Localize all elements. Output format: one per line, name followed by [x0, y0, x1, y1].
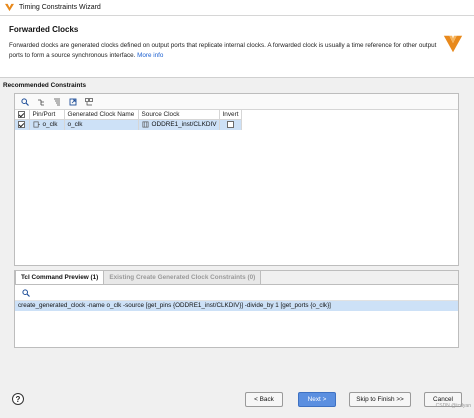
recommended-constraints-panel: Pin/Port Generated Clock Name Source Clo… — [14, 93, 459, 266]
column-invert[interactable]: Invert — [219, 110, 242, 120]
select-all-checkbox[interactable] — [18, 110, 25, 118]
source-clock-value: ODDRE1_inst/CLKDIV — [151, 121, 217, 129]
column-pin-port[interactable]: Pin/Port — [29, 110, 65, 120]
window-title: Timing Constraints Wizard — [19, 4, 101, 11]
row-select-cell[interactable] — [15, 119, 30, 130]
expand-icon[interactable] — [51, 96, 63, 108]
search-icon[interactable] — [19, 96, 31, 108]
export-icon[interactable] — [67, 96, 79, 108]
table-row[interactable]: o_clk o_clk ODDRE1_inst/CLKDIV — [15, 119, 242, 130]
row-checkbox[interactable] — [18, 121, 25, 129]
select-all-column[interactable] — [15, 110, 30, 120]
wizard-footer: ? < Back Next > Skip to Finish >> Cancel — [0, 385, 474, 418]
pin-port-value: o_clk — [42, 121, 58, 129]
tab-tcl-command-preview[interactable]: Tcl Command Preview (1) — [15, 271, 105, 284]
invert-cell[interactable] — [219, 119, 242, 130]
group-icon[interactable] — [83, 96, 95, 108]
column-source-clock[interactable]: Source Clock — [138, 110, 220, 120]
skip-to-finish-button[interactable]: Skip to Finish >> — [349, 392, 411, 407]
table-header-row: Pin/Port Generated Clock Name Source Clo… — [15, 110, 242, 120]
source-clock-cell[interactable]: ODDRE1_inst/CLKDIV — [138, 119, 220, 130]
title-bar: Timing Constraints Wizard — [0, 0, 474, 16]
help-button[interactable]: ? — [12, 393, 24, 405]
vivado-logo — [443, 35, 463, 53]
tcl-tabs: Tcl Command Preview (1) Existing Create … — [15, 271, 458, 285]
vivado-logo-icon — [5, 3, 14, 12]
more-info-link[interactable]: More info — [137, 52, 163, 59]
section-recommended-label: Recommended Constraints — [3, 82, 87, 89]
description-text: Forwarded clocks are generated clocks de… — [9, 42, 437, 59]
port-icon — [33, 121, 40, 128]
page-description: Forwarded clocks are generated clocks de… — [9, 41, 441, 61]
page-title: Forwarded Clocks — [9, 25, 79, 34]
watermark-text: CSDN @tcdyan — [435, 403, 471, 409]
column-generated-clock-name[interactable]: Generated Clock Name — [64, 110, 139, 120]
constraints-table: Pin/Port Generated Clock Name Source Clo… — [15, 110, 242, 130]
pin-port-cell: o_clk — [29, 119, 65, 130]
constraints-toolbar — [15, 94, 458, 110]
search-icon[interactable] — [20, 287, 32, 299]
tcl-toolbar — [15, 285, 458, 301]
invert-checkbox[interactable] — [226, 121, 234, 129]
wizard-header: Forwarded Clocks Forwarded clocks are ge… — [0, 16, 474, 78]
next-button[interactable]: Next > — [298, 392, 336, 407]
generated-clock-name-cell[interactable]: o_clk — [64, 119, 139, 130]
tcl-preview-panel: Tcl Command Preview (1) Existing Create … — [14, 270, 459, 348]
pin-icon — [142, 121, 148, 128]
back-button[interactable]: < Back — [245, 392, 283, 407]
tcl-command-line[interactable]: create_generated_clock -name o_clk -sour… — [15, 301, 458, 311]
collapse-icon[interactable] — [35, 96, 47, 108]
tab-existing-constraints[interactable]: Existing Create Generated Clock Constrai… — [104, 271, 262, 284]
